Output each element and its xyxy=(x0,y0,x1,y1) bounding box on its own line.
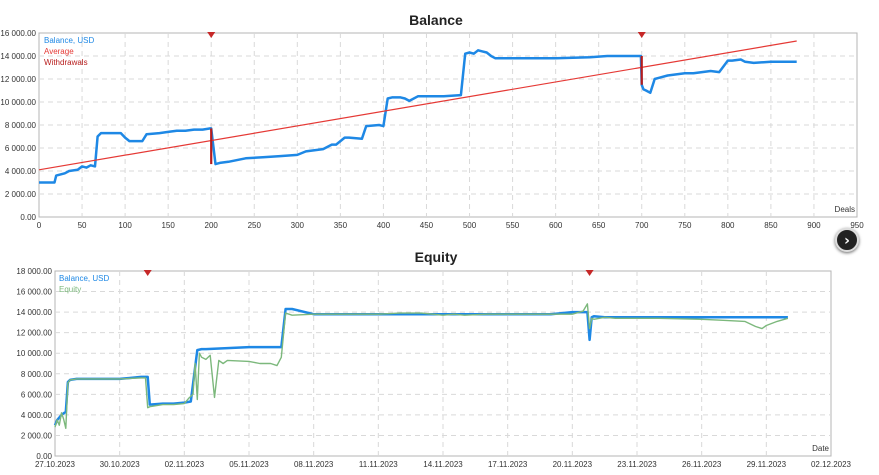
equity-y-tick-label: 6 000.00 xyxy=(21,390,53,399)
balance-x-tick-label: 700 xyxy=(635,221,649,230)
equity-x-tick-label: 02.11.2023 xyxy=(165,460,205,469)
balance-y-ticks: 0.00 2 000.00 4 000.00 6 000.00 8 000.00 10 0… xyxy=(0,29,36,222)
balance-x-tick-label: 0 xyxy=(37,221,42,230)
equity-x-tick-label: 29.11.2023 xyxy=(747,460,787,469)
equity-x-tick-label: 17.11.2023 xyxy=(488,460,528,469)
balance-y-tick-label: 12 000.00 xyxy=(0,75,36,84)
balance-x-tick-label: 850 xyxy=(764,221,778,230)
equity-x-tick-label: 30.10.2023 xyxy=(100,460,141,469)
balance-x-tick-label: 650 xyxy=(592,221,606,230)
equity-y-tick-label: 10 000.00 xyxy=(16,349,52,358)
balance-y-tick-label: 10 000.00 xyxy=(0,98,36,107)
equity-x-tick-label: 23.11.2023 xyxy=(617,460,657,469)
balance-y-tick-label: 0.00 xyxy=(20,213,36,222)
equity-x-tick-label: 02.12.2023 xyxy=(811,460,852,469)
equity-y-tick-label: 16 000.00 xyxy=(16,288,52,297)
equity-x-ticks: 27.10.2023 30.10.2023 02.11.2023 05.11.2023… xyxy=(35,460,852,469)
equity-x-tick-label: 26.11.2023 xyxy=(682,460,722,469)
equity-y-tick-label: 12 000.00 xyxy=(16,329,52,338)
equity-y-tick-label: 8 000.00 xyxy=(21,370,53,379)
balance-x-tick-label: 200 xyxy=(205,221,219,230)
equity-x-axis-label: Date xyxy=(812,444,829,453)
balance-x-tick-label: 50 xyxy=(78,221,87,230)
balance-x-tick-label: 800 xyxy=(721,221,735,230)
equity-x-tick-label: 27.10.2023 xyxy=(35,460,76,469)
equity-y-tick-label: 4 000.00 xyxy=(21,411,53,420)
equity-y-tick-label: 18 000.00 xyxy=(16,267,52,276)
equity-y-ticks: 0.002 000.004 000.006 000.008 000.0010 0… xyxy=(16,267,52,461)
legend-average: Average xyxy=(44,47,74,56)
equity-x-tick-label: 08.11.2023 xyxy=(294,460,334,469)
balance-y-tick-label: 14 000.00 xyxy=(0,52,36,61)
balance-x-tick-label: 750 xyxy=(678,221,692,230)
balance-x-tick-label: 900 xyxy=(807,221,821,230)
balance-y-tick-label: 16 000.00 xyxy=(0,29,36,38)
equity-x-tick-label: 14.11.2023 xyxy=(423,460,463,469)
balance-y-tick-label: 8 000.00 xyxy=(5,121,37,130)
balance-y-tick-label: 2 000.00 xyxy=(5,190,37,199)
legend-equity: Equity xyxy=(59,285,81,294)
balance-x-tick-label: 250 xyxy=(248,221,262,230)
equity-x-tick-label: 20.11.2023 xyxy=(553,460,593,469)
balance-chart: Balance 0.00 2 000.00 4 000.00 6 000.00 8 00… xyxy=(0,12,864,230)
equity-y-tick-label: 2 000.00 xyxy=(21,431,53,440)
balance-y-tick-label: 4 000.00 xyxy=(5,167,37,176)
legend-balance-usd: Balance, USD xyxy=(44,36,94,45)
balance-y-tick-label: 6 000.00 xyxy=(5,144,37,153)
legend-balance-usd: Balance, USD xyxy=(59,274,109,283)
equity-chart-title: Equity xyxy=(415,249,458,265)
balance-x-tick-label: 100 xyxy=(118,221,132,230)
balance-x-tick-label: 500 xyxy=(463,221,477,230)
balance-x-tick-label: 400 xyxy=(377,221,391,230)
balance-chart-title: Balance xyxy=(409,12,463,28)
balance-x-tick-label: 550 xyxy=(506,221,520,230)
balance-x-tick-label: 350 xyxy=(334,221,348,230)
balance-x-tick-label: 450 xyxy=(420,221,434,230)
equity-x-tick-label: 05.11.2023 xyxy=(229,460,269,469)
balance-x-tick-label: 600 xyxy=(549,221,563,230)
balance-x-ticks: 0 50 100 150 200 250 300 350 400 450 500 550 600 650 7… xyxy=(37,221,864,230)
equity-x-tick-label: 11.11.2023 xyxy=(359,460,398,469)
equity-chart: Equity 0.002 000.004 000.006 000.008 000… xyxy=(16,249,851,469)
balance-x-tick-label: 150 xyxy=(161,221,175,230)
charts-canvas: Balance 0.00 2 000.00 4 000.00 6 000.00 8 00… xyxy=(0,12,864,469)
next-chevron-icon[interactable]: › xyxy=(835,228,859,252)
balance-x-tick-label: 300 xyxy=(291,221,305,230)
legend-withdrawals: Withdrawals xyxy=(44,58,88,67)
balance-x-axis-label: Deals xyxy=(835,205,855,214)
equity-y-tick-label: 14 000.00 xyxy=(16,308,52,317)
